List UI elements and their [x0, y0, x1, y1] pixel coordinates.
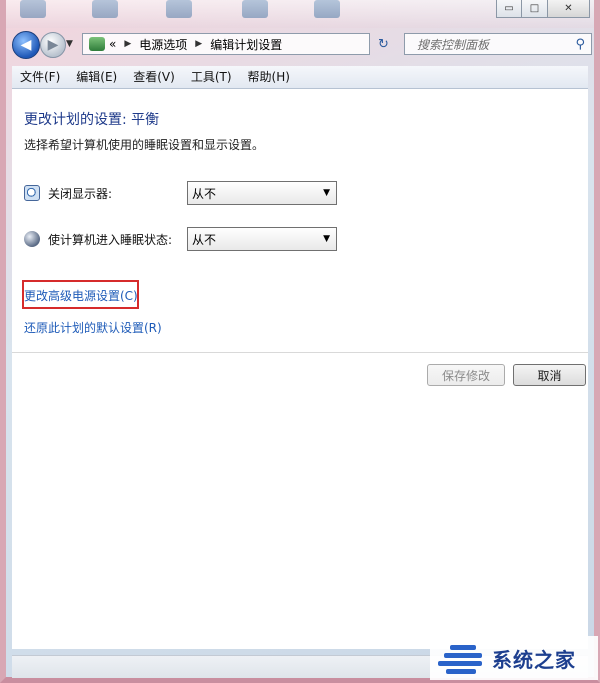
sleep-select[interactable]: 从不 ▼	[187, 227, 337, 251]
save-changes-button[interactable]: 保存修改	[427, 364, 505, 386]
monitor-icon	[24, 185, 40, 201]
content-pane: 更改计划的设置: 平衡 选择希望计算机使用的睡眠设置和显示设置。 关闭显示器: …	[12, 89, 588, 649]
menu-view[interactable]: 查看(V)	[125, 66, 183, 88]
search-box[interactable]: 搜索控制面板 ⚲	[404, 33, 592, 55]
menu-edit[interactable]: 编辑(E)	[68, 66, 125, 88]
title-bar: ▭ □ ✕	[6, 0, 594, 28]
back-button[interactable]: ◀	[12, 31, 40, 59]
breadcrumb-power-options[interactable]: 电源选项	[139, 36, 187, 53]
close-icon: ✕	[564, 3, 573, 14]
setting-row-sleep: 使计算机进入睡眠状态:	[24, 227, 172, 251]
watermark-text: 系统之家	[492, 647, 576, 672]
divider	[12, 352, 588, 353]
background-app-icon	[242, 0, 268, 18]
watermark-logo-icon	[436, 641, 488, 675]
breadcrumb-overflow[interactable]: «	[109, 37, 116, 51]
cancel-button[interactable]: 取消	[513, 364, 586, 386]
breadcrumb-edit-plan[interactable]: 编辑计划设置	[210, 36, 282, 53]
breadcrumb-separator-icon[interactable]: ▶	[124, 39, 131, 49]
chevron-down-icon: ▼	[323, 234, 330, 244]
background-app-icon	[92, 0, 118, 18]
address-row: ◀ ▶ ▼ « ▶ 电源选项 ▶ 编辑计划设置 ↻ 搜索控制面板 ⚲	[6, 28, 594, 62]
refresh-icon[interactable]: ↻	[378, 37, 389, 52]
history-dropdown-icon[interactable]: ▼	[66, 39, 73, 49]
arrow-right-icon: ▶	[47, 37, 59, 53]
maximize-button[interactable]: □	[522, 0, 548, 18]
background-app-icon	[20, 0, 46, 18]
search-placeholder: 搜索控制面板	[417, 37, 490, 52]
forward-button[interactable]: ▶	[40, 32, 66, 58]
select-value: 从不	[192, 232, 217, 247]
close-button[interactable]: ✕	[548, 0, 590, 18]
maximize-icon: □	[529, 3, 540, 14]
setting-label-display: 关闭显示器:	[48, 186, 113, 201]
restore-defaults-link[interactable]: 还原此计划的默认设置(R)	[24, 319, 162, 336]
control-panel-icon	[89, 37, 105, 51]
minimize-icon: ▭	[504, 3, 514, 14]
menu-tools[interactable]: 工具(T)	[183, 66, 240, 88]
setting-label-sleep: 使计算机进入睡眠状态:	[48, 232, 173, 247]
control-panel-window: ▭ □ ✕ ◀ ▶ ▼ « ▶ 电源选项 ▶ 编辑计划设置 ↻ 搜索控制面板 ⚲…	[0, 0, 600, 683]
address-bar[interactable]: « ▶ 电源选项 ▶ 编辑计划设置	[82, 33, 370, 55]
select-value: 从不	[192, 186, 217, 201]
window-controls: ▭ □ ✕	[496, 0, 590, 18]
advanced-power-settings-link[interactable]: 更改高级电源设置(C)	[24, 287, 138, 304]
minimize-button[interactable]: ▭	[496, 0, 522, 18]
menu-bar: 文件(F) 编辑(E) 查看(V) 工具(T) 帮助(H)	[12, 66, 588, 89]
search-icon[interactable]: ⚲	[575, 37, 585, 52]
breadcrumb-separator-icon[interactable]: ▶	[195, 39, 202, 49]
menu-help[interactable]: 帮助(H)	[240, 66, 298, 88]
setting-row-display: 关闭显示器:	[24, 181, 112, 205]
background-app-icon	[166, 0, 192, 18]
page-subtitle: 选择希望计算机使用的睡眠设置和显示设置。	[24, 138, 265, 152]
chevron-down-icon: ▼	[323, 188, 330, 198]
watermark: 系统之家	[430, 636, 598, 680]
background-app-icon	[314, 0, 340, 18]
page-title: 更改计划的设置: 平衡	[24, 112, 160, 128]
turn-off-display-select[interactable]: 从不 ▼	[187, 181, 337, 205]
menu-file[interactable]: 文件(F)	[12, 66, 68, 88]
arrow-left-icon: ◀	[20, 37, 32, 53]
moon-icon	[24, 231, 40, 247]
